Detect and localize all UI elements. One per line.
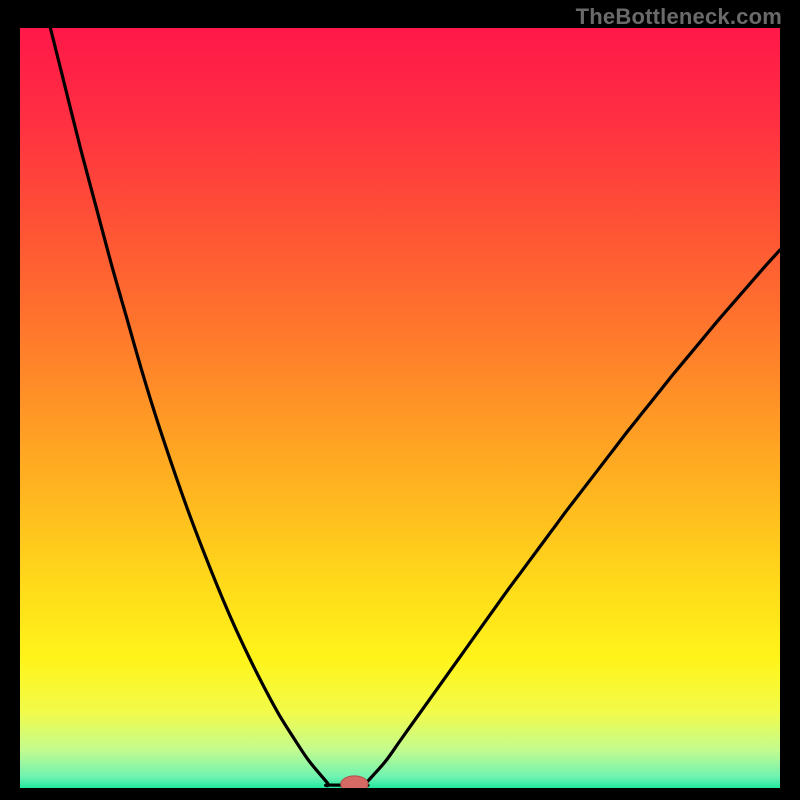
gradient-background xyxy=(20,28,780,788)
watermark-text: TheBottleneck.com xyxy=(576,4,782,30)
chart-svg xyxy=(20,28,780,788)
chart-frame: TheBottleneck.com xyxy=(0,0,800,800)
optimum-marker xyxy=(341,776,368,788)
plot-area xyxy=(20,28,780,788)
